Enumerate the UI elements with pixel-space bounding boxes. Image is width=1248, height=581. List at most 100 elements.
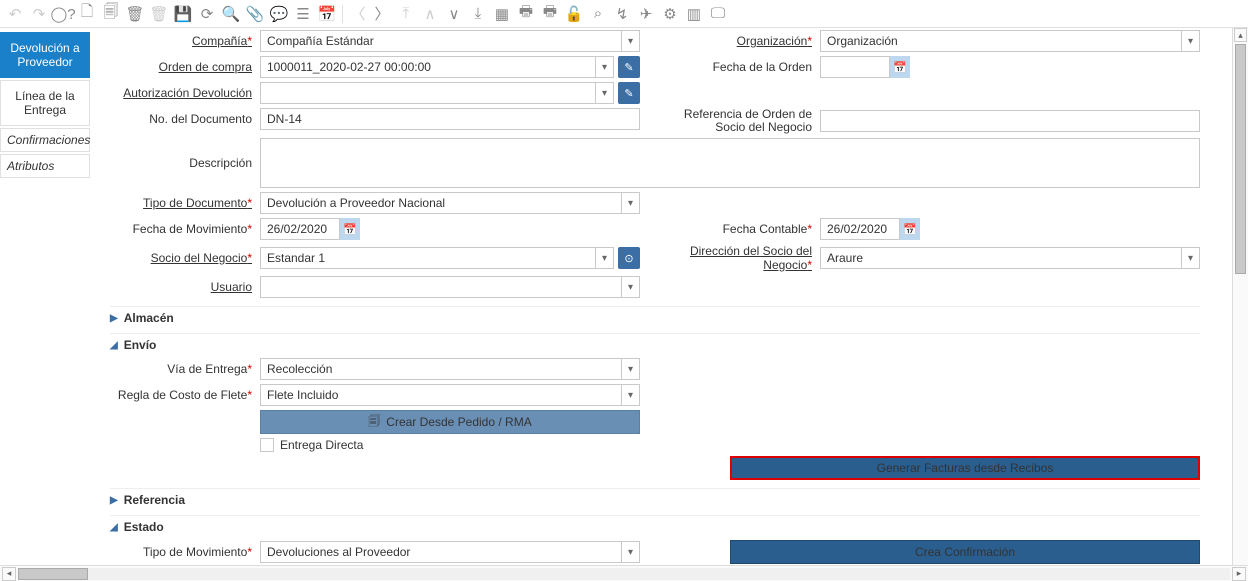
section-title-envio: Envío (124, 338, 157, 352)
label-fecha-orden: Fecha de la Orden (670, 60, 820, 74)
grid-icon[interactable]: ☰ (294, 5, 312, 23)
dd-via-entrega[interactable]: ▾ (622, 358, 640, 380)
input-autorizacion[interactable] (260, 82, 596, 104)
btn-crea-confirmacion[interactable]: Crea Confirmación (730, 540, 1200, 564)
tab-atributos[interactable]: Atributos (0, 154, 90, 178)
scroll-thumb[interactable] (1235, 44, 1246, 274)
input-via-entrega[interactable] (260, 358, 622, 380)
section-header-envio[interactable]: ◢Envío (110, 338, 1200, 352)
dd-orden-compra[interactable]: ▾ (596, 56, 614, 78)
section-header-estado[interactable]: ◢Estado (110, 520, 1200, 534)
expand-icon: ▶ (110, 313, 118, 324)
copy-icon[interactable]: 🗐 (102, 5, 120, 23)
dd-organizacion[interactable]: ▾ (1182, 30, 1200, 52)
btn-autorizacion[interactable]: ✎ (618, 82, 640, 104)
chat-icon[interactable]: 💬 (270, 5, 288, 23)
down-icon[interactable]: ∨ (445, 5, 463, 23)
help-icon[interactable]: ◯? (54, 5, 72, 23)
label-ref-socio: Referencia de Orden de Socio del Negocio (670, 108, 820, 134)
screen-icon[interactable]: 🖵 (709, 5, 727, 23)
input-direccion[interactable] (820, 247, 1182, 269)
label-usuario: Usuario (110, 280, 260, 294)
undo-icon[interactable]: ↶ (6, 5, 24, 23)
tab-confirmaciones[interactable]: Confirmaciones (0, 128, 90, 152)
dd-flete[interactable]: ▾ (622, 384, 640, 406)
input-tipo-mov[interactable] (260, 541, 622, 563)
save-icon[interactable]: 💾 (174, 5, 192, 23)
textarea-descripcion[interactable] (260, 138, 1200, 188)
input-compania[interactable] (260, 30, 622, 52)
btn-orden-compra[interactable]: ✎ (618, 56, 640, 78)
dd-compania[interactable]: ▾ (622, 30, 640, 52)
scroll-left-icon[interactable]: ◂ (2, 567, 16, 581)
first-icon[interactable]: ⤒ (397, 5, 415, 23)
label-autorizacion: Autorización Devolución (110, 86, 260, 100)
dd-autorizacion[interactable]: ▾ (596, 82, 614, 104)
input-usuario[interactable] (260, 276, 622, 298)
input-ndoc[interactable] (260, 108, 640, 130)
expand-icon: ▶ (110, 495, 118, 506)
dd-usuario[interactable]: ▾ (622, 276, 640, 298)
next-icon[interactable]: 〉 (373, 5, 391, 23)
print-icon[interactable]: 🖶 (517, 5, 535, 23)
section-header-almacen[interactable]: ▶Almacén (110, 311, 1200, 325)
btn-crear-desde-pedido[interactable]: 🗐Crear Desde Pedido / RMA (260, 410, 640, 434)
scroll-right-icon[interactable]: ▸ (1232, 567, 1246, 581)
app-window: ↶ ↷ ◯? 🗋 🗐 🗑 🗑 💾 ⟳ 🔍 📎 💬 ☰ 📅 〈 〉 ⤒ ∧ ∨ ⤓… (0, 0, 1248, 581)
label-ndoc: No. del Documento (110, 112, 260, 126)
last-icon[interactable]: ⤓ (469, 5, 487, 23)
section-referencia: ▶ Referencia (110, 488, 1200, 507)
tab-linea-entrega[interactable]: Línea de la Entrega (0, 80, 90, 126)
btn-socio[interactable]: ⊙ (618, 247, 640, 269)
input-orden-compra[interactable] (260, 56, 596, 78)
label-fecha-mov: Fecha de Movimiento (110, 222, 260, 236)
horizontal-scrollbar[interactable]: ◂ ▸ (0, 565, 1248, 581)
input-organizacion[interactable] (820, 30, 1182, 52)
search-icon[interactable]: 🔍 (222, 5, 240, 23)
print2-icon[interactable]: 🖶 (541, 5, 559, 23)
attach-icon[interactable]: 📎 (246, 5, 264, 23)
request-icon[interactable]: ✈ (637, 5, 655, 23)
input-ref-socio[interactable] (820, 110, 1200, 132)
scroll-up-icon[interactable]: ▴ (1234, 28, 1247, 42)
cal-fecha-orden[interactable]: 📅 (890, 56, 910, 78)
redo-icon[interactable]: ↷ (30, 5, 48, 23)
scroll-thumb-h[interactable] (18, 568, 88, 580)
tab-devolucion[interactable]: Devolución a Proveedor (0, 32, 90, 78)
input-tipo-doc[interactable] (260, 192, 622, 214)
scroll-track[interactable] (18, 568, 1230, 580)
label-descripcion: Descripción (110, 156, 260, 170)
input-flete[interactable] (260, 384, 622, 406)
input-socio[interactable] (260, 247, 596, 269)
dd-direccion[interactable]: ▾ (1182, 247, 1200, 269)
input-fecha-mov[interactable] (260, 218, 340, 240)
new-icon[interactable]: 🗋 (78, 5, 96, 23)
lock-icon[interactable]: 🔓 (565, 5, 583, 23)
label-fecha-contable: Fecha Contable (670, 222, 820, 236)
section-title-referencia: Referencia (124, 493, 185, 507)
btn-generar-facturas[interactable]: Generar Facturas desde Recibos (730, 456, 1200, 480)
middle-area: Devolución a Proveedor Línea de la Entre… (0, 28, 1248, 581)
info-icon[interactable]: ▥ (685, 5, 703, 23)
vertical-scrollbar[interactable]: ▴ ▾ (1232, 28, 1248, 581)
cal-fecha-contable[interactable]: 📅 (900, 218, 920, 240)
cal-fecha-mov[interactable]: 📅 (340, 218, 360, 240)
workflow-icon[interactable]: ↯ (613, 5, 631, 23)
gear-icon[interactable]: ⚙ (661, 5, 679, 23)
delete-icon[interactable]: 🗑 (126, 5, 144, 23)
form-content: Compañía ▾ Organización ▾ Orden de compr… (90, 28, 1232, 581)
dd-socio[interactable]: ▾ (596, 247, 614, 269)
delete2-icon[interactable]: 🗑 (150, 5, 168, 23)
report-icon[interactable]: ▦ (493, 5, 511, 23)
section-header-referencia[interactable]: ▶ Referencia (110, 493, 1200, 507)
input-fecha-orden[interactable] (820, 56, 890, 78)
checkbox-entrega-directa[interactable] (260, 438, 274, 452)
up-icon[interactable]: ∧ (421, 5, 439, 23)
dd-tipo-mov[interactable]: ▾ (622, 541, 640, 563)
dd-tipo-doc[interactable]: ▾ (622, 192, 640, 214)
input-fecha-contable[interactable] (820, 218, 900, 240)
zoom-icon[interactable]: ⌕ (589, 5, 607, 23)
calendar-icon[interactable]: 📅 (318, 5, 336, 23)
prev-icon[interactable]: 〈 (349, 5, 367, 23)
refresh-icon[interactable]: ⟳ (198, 5, 216, 23)
